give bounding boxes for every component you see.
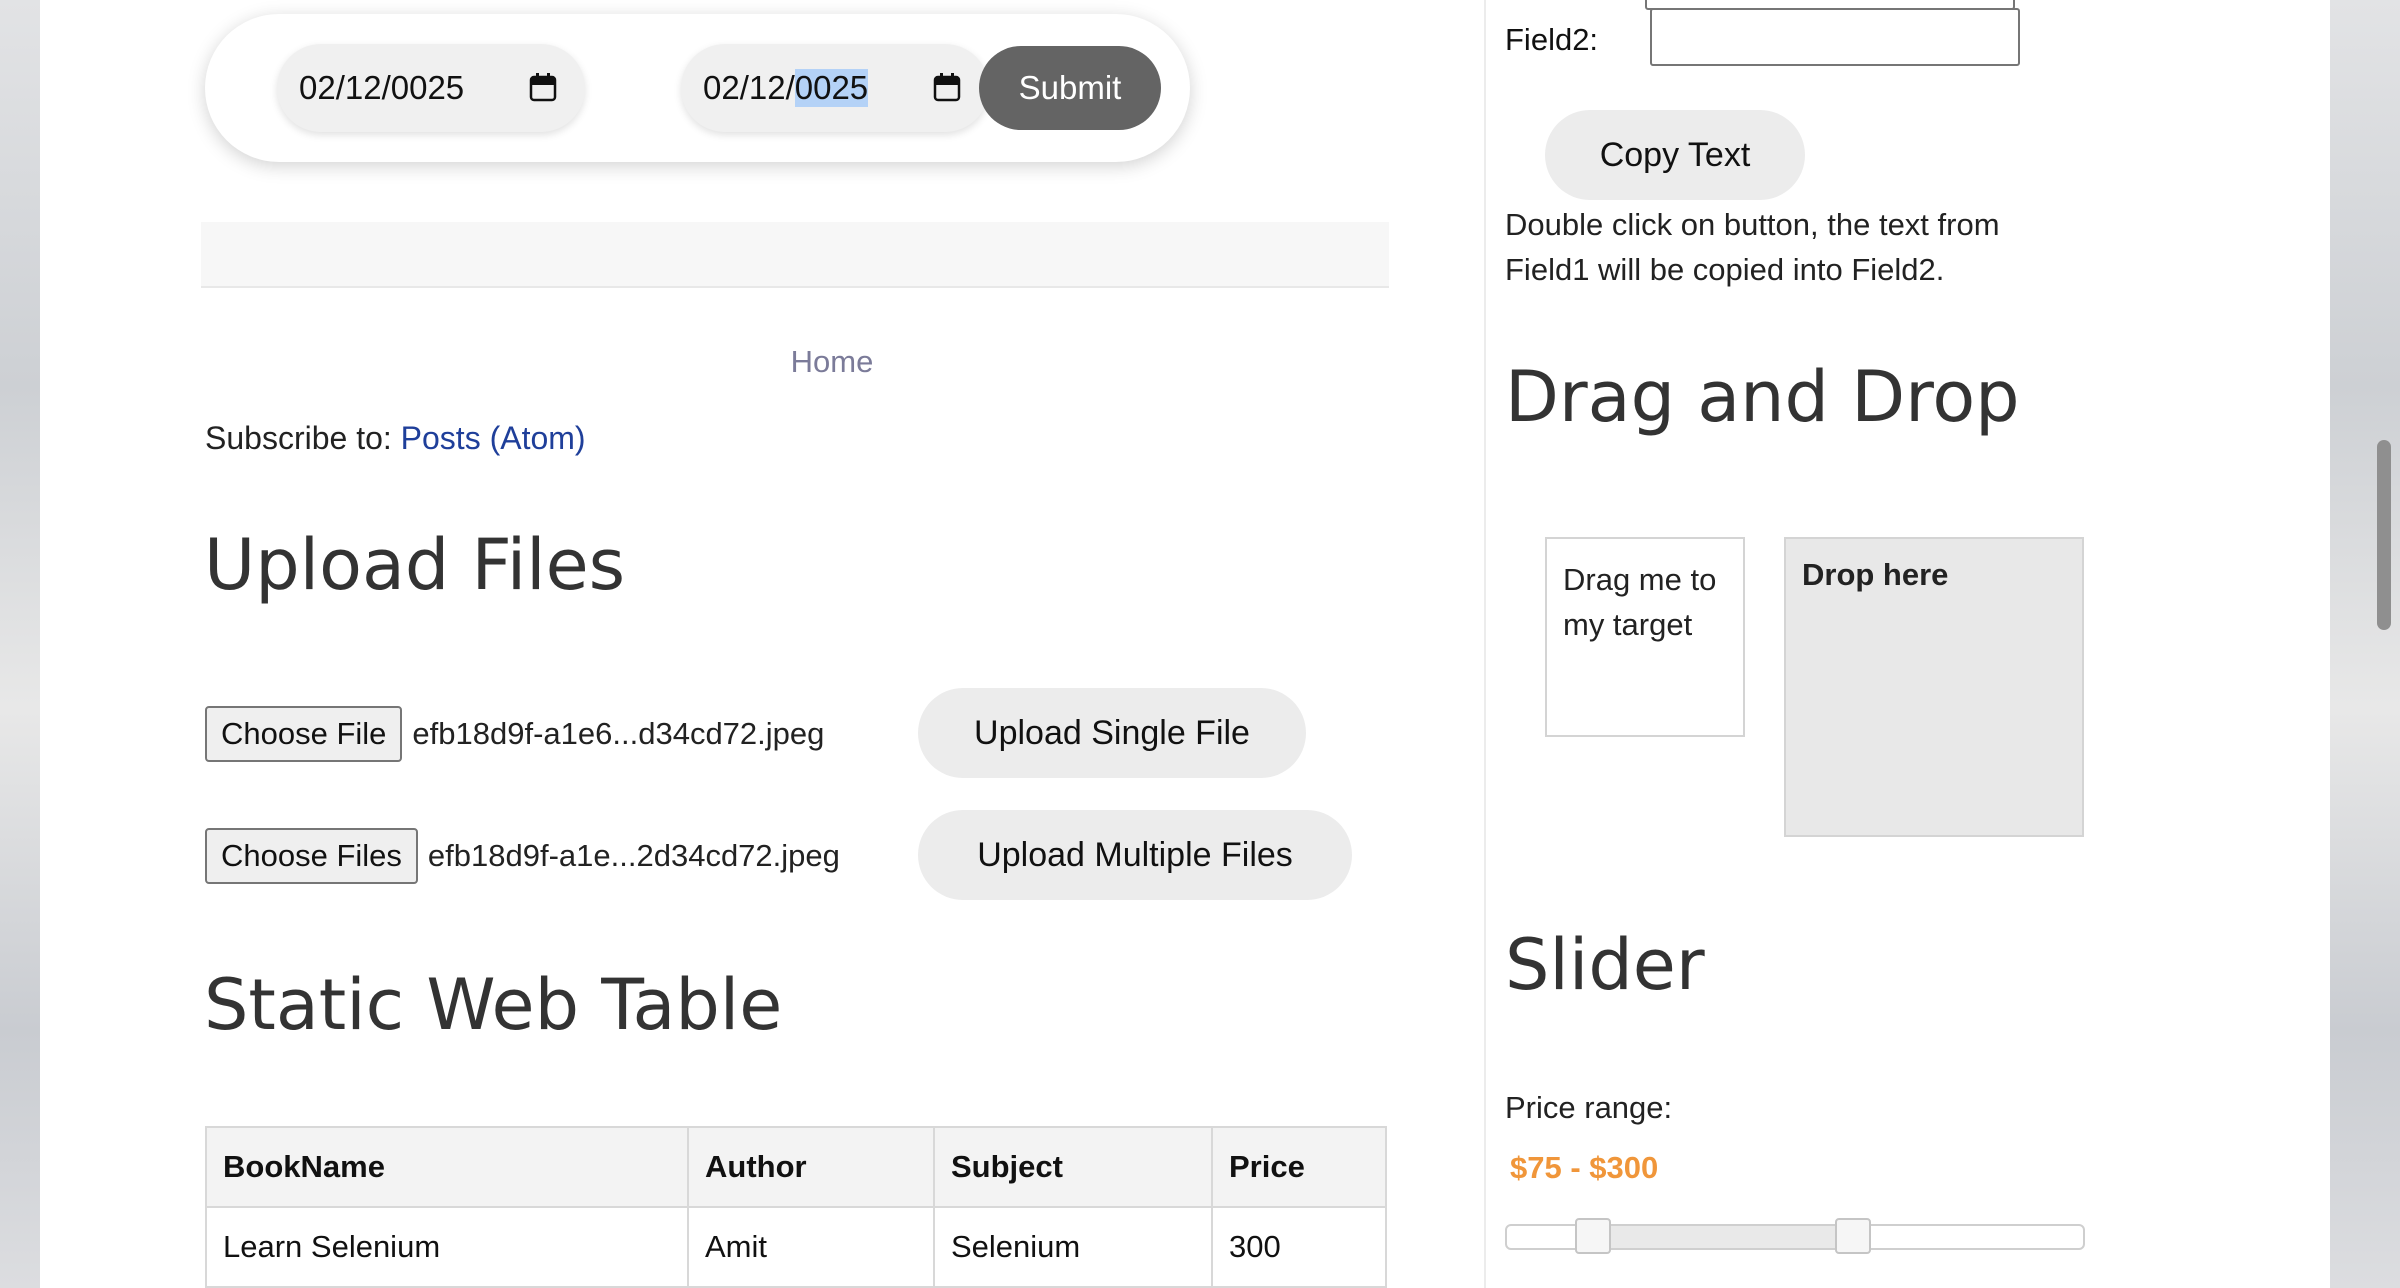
- end-date-year-selected: 0025: [794, 69, 869, 107]
- calendar-icon[interactable]: [529, 72, 557, 102]
- start-date-input[interactable]: 02/12/0025: [277, 44, 585, 132]
- slider-handle-max[interactable]: [1834, 1218, 1871, 1254]
- copy-help-text: Double click on button, the text from Fi…: [1505, 207, 2000, 287]
- table-row: Learn Selenium Amit Selenium 300: [205, 1206, 1387, 1288]
- drag-and-drop-heading: Drag and Drop: [1505, 356, 2020, 438]
- choose-files-button[interactable]: Choose Files: [205, 828, 418, 884]
- multiple-file-name: efb18d9f-a1e...2d34cd72.jpeg: [427, 838, 840, 873]
- footer-band: [201, 222, 1389, 288]
- date-range-bar: 02/12/0025 02/12/0025 Submit: [205, 14, 1190, 162]
- home-link[interactable]: Home: [752, 344, 912, 380]
- end-date-input[interactable]: 02/12/0025: [681, 44, 989, 132]
- draggable-box[interactable]: Drag me to my target: [1545, 537, 1745, 737]
- droppable-box[interactable]: Drop here: [1784, 537, 2084, 837]
- single-file-input: Choose File efb18d9f-a1e6...d34cd72.jpeg: [205, 706, 824, 762]
- price-range-label: Price range:: [1505, 1090, 1673, 1125]
- upload-files-heading: Upload Files: [204, 524, 626, 606]
- subscribe-line: Subscribe to: Posts (Atom): [205, 420, 586, 457]
- header-bookname: BookName: [205, 1126, 689, 1208]
- upload-single-file-button[interactable]: Upload Single File: [918, 688, 1306, 778]
- books-table: BookName Author Subject Price Learn Sele…: [205, 1126, 1387, 1288]
- header-price: Price: [1211, 1126, 1387, 1208]
- field2-label: Field2:: [1505, 22, 1599, 57]
- cell-subject: Selenium: [933, 1206, 1213, 1288]
- posts-atom-link[interactable]: Posts (Atom): [401, 420, 586, 456]
- copy-text-button[interactable]: Copy Text: [1545, 110, 1805, 200]
- static-web-table-heading: Static Web Table: [204, 964, 783, 1046]
- cell-author: Amit: [687, 1206, 935, 1288]
- start-date-value: 02/12/0025: [299, 69, 465, 106]
- header-subject: Subject: [933, 1126, 1213, 1208]
- page-scrollbar[interactable]: [2377, 440, 2391, 630]
- slider-selected-range: [1593, 1226, 1853, 1248]
- multiple-files-input: Choose Files efb18d9f-a1e...2d34cd72.jpe…: [205, 828, 840, 884]
- column-divider: [1484, 0, 1486, 1288]
- single-file-name: efb18d9f-a1e6...d34cd72.jpeg: [412, 716, 825, 751]
- end-date-prefix: 02/12/: [703, 69, 795, 106]
- cell-bookname: Learn Selenium: [205, 1206, 689, 1288]
- slider-heading: Slider: [1505, 924, 1705, 1006]
- calendar-icon[interactable]: [933, 72, 961, 102]
- price-slider[interactable]: [1505, 1218, 2085, 1254]
- cell-price: 300: [1211, 1206, 1387, 1288]
- upload-multiple-files-button[interactable]: Upload Multiple Files: [918, 810, 1352, 900]
- background-right: [2330, 0, 2400, 1288]
- choose-file-button[interactable]: Choose File: [205, 706, 403, 762]
- table-header-row: BookName Author Subject Price: [205, 1126, 1387, 1208]
- background-left: [0, 0, 40, 1288]
- subscribe-prefix: Subscribe to:: [205, 420, 401, 456]
- header-author: Author: [687, 1126, 935, 1208]
- price-range-value: $75 - $300: [1510, 1150, 1659, 1185]
- slider-handle-min[interactable]: [1575, 1218, 1612, 1254]
- submit-button[interactable]: Submit: [979, 46, 1161, 130]
- field2-input[interactable]: [1650, 8, 2020, 66]
